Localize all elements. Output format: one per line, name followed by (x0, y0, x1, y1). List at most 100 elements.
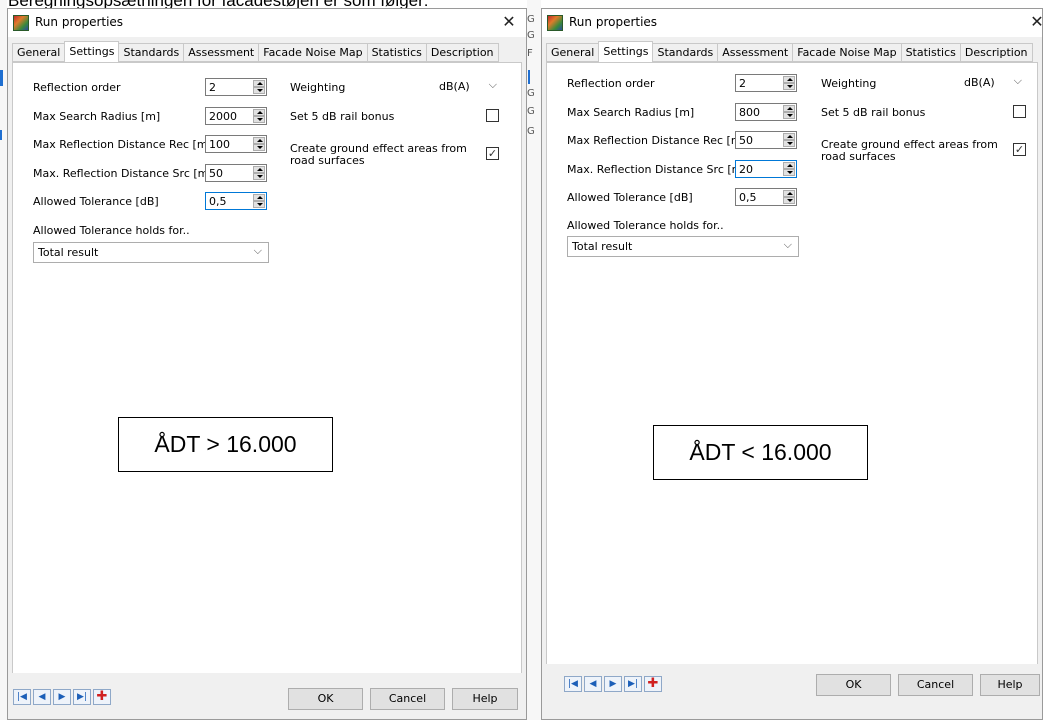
tab-facade-noise-map[interactable]: Facade Noise Map (793, 43, 902, 62)
background-letter: G (527, 14, 535, 25)
max-refl-dist-rec-stepper[interactable]: 50 (735, 131, 797, 149)
tab-standards[interactable]: Standards (119, 43, 185, 62)
rail-bonus-label: Set 5 dB rail bonus (290, 110, 395, 123)
prev-record-icon[interactable]: ◀ (584, 676, 602, 692)
adt-annotation: ÅDT < 16.000 (653, 425, 868, 480)
spin-up-icon[interactable] (783, 190, 795, 197)
reflection-order-label: Reflection order (567, 77, 655, 90)
rail-bonus-checkbox[interactable] (486, 109, 499, 122)
help-button[interactable]: Help (452, 688, 518, 710)
spin-up-icon[interactable] (783, 133, 795, 140)
spin-up-icon[interactable] (783, 105, 795, 112)
spin-up-icon[interactable] (253, 109, 265, 116)
background-letter: G (527, 88, 535, 99)
settings-panel: Reflection order 2 Max Search Radius [m]… (12, 62, 522, 683)
tab-general[interactable]: General (546, 43, 600, 62)
tab-description[interactable]: Description (960, 43, 1033, 62)
tab-general[interactable]: General (12, 43, 66, 62)
reflection-order-stepper[interactable]: 2 (205, 78, 267, 96)
chevron-down-icon: ⌵ (488, 78, 497, 91)
app-grid-icon (547, 15, 563, 31)
max-search-radius-stepper[interactable]: 800 (735, 103, 797, 121)
prev-record-icon[interactable]: ◀ (33, 689, 51, 705)
first-record-icon[interactable]: |◀ (13, 689, 31, 705)
ok-button[interactable]: OK (288, 688, 363, 710)
spin-down-icon[interactable] (253, 144, 265, 151)
add-record-icon[interactable]: ✚ (93, 689, 111, 705)
weighting-label: Weighting (290, 81, 346, 94)
tab-facade-noise-map[interactable]: Facade Noise Map (259, 43, 368, 62)
close-icon[interactable]: ✕ (500, 12, 518, 32)
max-refl-dist-src-value: 50 (209, 167, 223, 180)
first-record-icon[interactable]: |◀ (564, 676, 582, 692)
max-search-radius-value: 2000 (209, 110, 237, 123)
tab-statistics[interactable]: Statistics (367, 43, 427, 62)
ground-effect-checkbox[interactable]: ✓ (486, 147, 499, 160)
spin-down-icon[interactable] (253, 87, 265, 94)
reflection-order-value: 2 (209, 81, 216, 94)
settings-panel: Reflection order 2 Max Search Radius [m]… (546, 62, 1038, 674)
spin-down-icon[interactable] (783, 112, 795, 119)
cancel-button[interactable]: Cancel (898, 674, 973, 696)
spin-up-icon[interactable] (253, 137, 265, 144)
tolerance-holds-value: Total result (38, 246, 99, 259)
next-record-icon[interactable]: ▶ (53, 689, 71, 705)
ground-effect-checkbox[interactable]: ✓ (1013, 143, 1026, 156)
last-record-icon[interactable]: ▶| (73, 689, 91, 705)
spin-down-icon[interactable] (253, 201, 265, 208)
chevron-down-icon: ⌵ (783, 238, 792, 251)
selection-marker (0, 70, 3, 86)
rail-bonus-checkbox[interactable] (1013, 105, 1026, 118)
tolerance-holds-select[interactable]: Total result ⌵ (567, 236, 799, 257)
tab-standards[interactable]: Standards (653, 43, 719, 62)
help-button[interactable]: Help (980, 674, 1040, 696)
spin-down-icon[interactable] (783, 140, 795, 147)
allowed-tolerance-stepper[interactable]: 0,5 (205, 192, 267, 210)
spin-down-icon[interactable] (783, 197, 795, 204)
tolerance-holds-label: Allowed Tolerance holds for.. (33, 224, 190, 237)
spin-up-icon[interactable] (783, 162, 795, 169)
adt-annotation: ÅDT > 16.000 (118, 417, 333, 472)
tab-description[interactable]: Description (426, 43, 499, 62)
tab-strip: General Settings Standards Assessment Fa… (546, 41, 1033, 63)
ground-effect-label-2: road surfaces (290, 154, 365, 167)
selection-marker (0, 130, 2, 140)
title-bar[interactable]: Run properties ✕ (542, 9, 1043, 37)
max-search-radius-value: 800 (739, 106, 760, 119)
spin-down-icon[interactable] (253, 173, 265, 180)
allowed-tolerance-label: Allowed Tolerance [dB] (33, 195, 159, 208)
weighting-select[interactable]: dB(A) ⌵ (434, 76, 504, 97)
max-refl-dist-rec-label: Max Reflection Distance Rec [m] (567, 134, 746, 147)
weighting-select[interactable]: dB(A) ⌵ (959, 72, 1029, 93)
app-grid-icon (13, 15, 29, 31)
reflection-order-label: Reflection order (33, 81, 121, 94)
spin-down-icon[interactable] (783, 169, 795, 176)
allowed-tolerance-stepper[interactable]: 0,5 (735, 188, 797, 206)
tab-assessment[interactable]: Assessment (184, 43, 260, 62)
cancel-button[interactable]: Cancel (370, 688, 445, 710)
max-refl-dist-rec-stepper[interactable]: 100 (205, 135, 267, 153)
tab-assessment[interactable]: Assessment (718, 43, 794, 62)
max-refl-dist-src-stepper[interactable]: 20 (735, 160, 797, 178)
spin-down-icon[interactable] (783, 83, 795, 90)
ok-button[interactable]: OK (816, 674, 891, 696)
close-icon[interactable]: ✕ (1028, 12, 1043, 32)
spin-up-icon[interactable] (253, 80, 265, 87)
spin-down-icon[interactable] (253, 116, 265, 123)
max-search-radius-stepper[interactable]: 2000 (205, 107, 267, 125)
max-refl-dist-src-stepper[interactable]: 50 (205, 164, 267, 182)
max-refl-dist-src-label: Max. Reflection Distance Src [m] (567, 163, 747, 176)
title-bar[interactable]: Run properties ✕ (8, 9, 526, 37)
tolerance-holds-select[interactable]: Total result ⌵ (33, 242, 269, 263)
spin-up-icon[interactable] (253, 194, 265, 201)
spin-up-icon[interactable] (783, 76, 795, 83)
spin-up-icon[interactable] (253, 166, 265, 173)
allowed-tolerance-label: Allowed Tolerance [dB] (567, 191, 693, 204)
tab-settings[interactable]: Settings (64, 41, 120, 63)
tab-statistics[interactable]: Statistics (901, 43, 961, 62)
tab-settings[interactable]: Settings (598, 41, 654, 63)
reflection-order-stepper[interactable]: 2 (735, 74, 797, 92)
last-record-icon[interactable]: ▶| (624, 676, 642, 692)
add-record-icon[interactable]: ✚ (644, 676, 662, 692)
next-record-icon[interactable]: ▶ (604, 676, 622, 692)
